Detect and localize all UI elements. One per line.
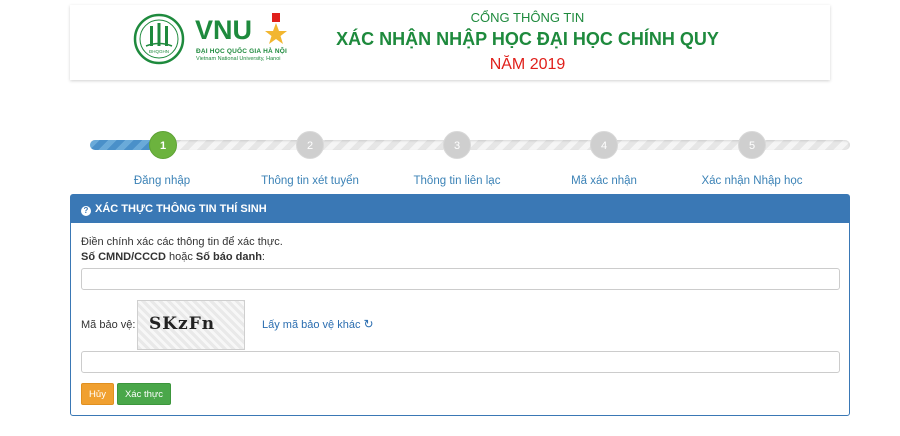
step-2-dot[interactable]: 2 bbox=[296, 131, 324, 159]
header-banner: ĐHQGHN VNU ĐẠI HỌC QUỐC GIA HÀ NỘI Vietn… bbox=[70, 5, 830, 80]
step-2-label[interactable]: Thông tin xét tuyển bbox=[240, 175, 380, 187]
id-label-cmnd: Số CMND/CCCD bbox=[81, 251, 166, 263]
captcha-text: SKzFn bbox=[149, 314, 216, 334]
refresh-captcha-link[interactable]: Lấy mã bảo vệ khác ↻ bbox=[262, 317, 374, 331]
step-4-dot[interactable]: 4 bbox=[590, 131, 618, 159]
page-title: XÁC NHẬN NHẬP HỌC ĐẠI HỌC CHÍNH QUY bbox=[336, 29, 719, 49]
captcha-label: Mã bảo vệ: bbox=[81, 319, 136, 331]
page-year: NĂM 2019 bbox=[489, 56, 566, 73]
submit-button[interactable]: Xác thực bbox=[117, 383, 171, 405]
id-label-sbd: Số báo danh bbox=[195, 251, 262, 263]
question-circle-icon: ? bbox=[81, 206, 91, 216]
step-3-label[interactable]: Thông tin liên lạc bbox=[387, 175, 527, 187]
cancel-button[interactable]: Hủy bbox=[81, 383, 114, 405]
captcha-image: SKzFn bbox=[137, 300, 245, 350]
portal-label: CỔNG THÔNG TIN bbox=[470, 10, 585, 25]
step-5-label[interactable]: Xác nhận Nhập học bbox=[682, 175, 822, 187]
id-label-colon: : bbox=[261, 251, 265, 263]
step-1-dot[interactable]: 1 bbox=[149, 131, 177, 159]
id-number-input[interactable] bbox=[81, 268, 840, 290]
captcha-input[interactable] bbox=[81, 351, 840, 373]
refresh-captcha-label[interactable]: Lấy mã bảo vệ khác bbox=[262, 319, 360, 331]
step-1-label[interactable]: Đăng nhập bbox=[92, 175, 232, 187]
step-4-label[interactable]: Mã xác nhận bbox=[534, 175, 674, 187]
step-5-dot[interactable]: 5 bbox=[738, 131, 766, 159]
instruction-text: Điền chính xác các thông tin để xác thực… bbox=[81, 236, 283, 248]
step-3-dot[interactable]: 3 bbox=[443, 131, 471, 159]
verification-panel: ? XÁC THỰC THÔNG TIN THÍ SINH Điền chính … bbox=[70, 194, 850, 416]
panel-header: ? XÁC THỰC THÔNG TIN THÍ SINH bbox=[71, 195, 849, 223]
panel-title: XÁC THỰC THÔNG TIN THÍ SINH bbox=[95, 203, 267, 215]
id-field-label: Số CMND/CCCD hoặc Số báo danh: bbox=[81, 251, 265, 263]
id-label-or: hoặc bbox=[165, 251, 196, 263]
refresh-icon[interactable]: ↻ bbox=[363, 317, 373, 331]
